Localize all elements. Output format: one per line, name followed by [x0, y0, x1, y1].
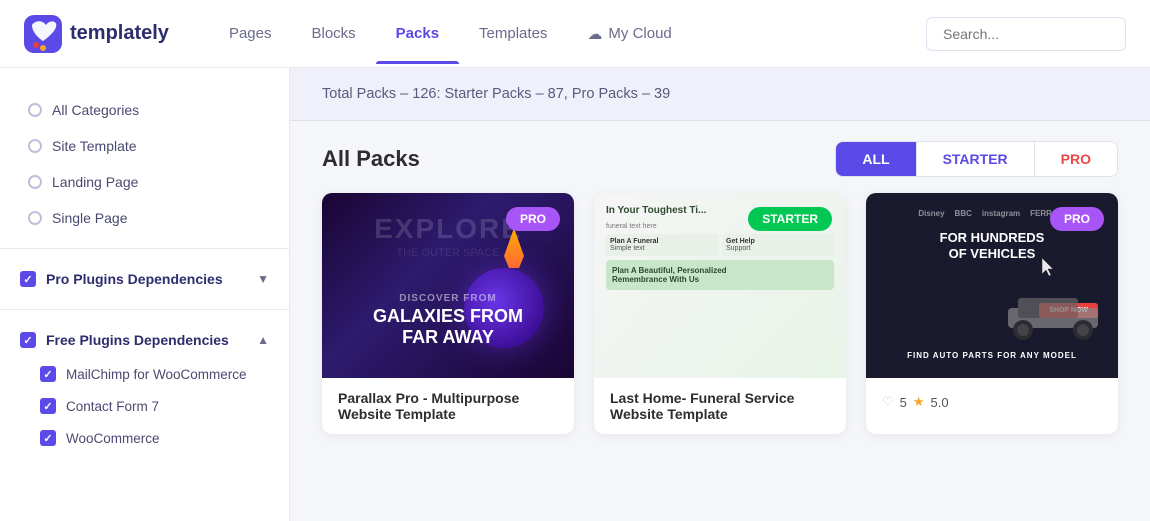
pro-plugins-header[interactable]: Pro Plugins Dependencies ▼ — [0, 261, 289, 297]
card-info-funeral: Last Home- Funeral Service Website Templ… — [594, 378, 846, 434]
cloud-icon: ☁ — [587, 25, 602, 43]
card-title-parallax: Parallax Pro - Multipurpose Website Temp… — [338, 390, 558, 422]
checkbox-contactform7 — [40, 398, 56, 414]
logo-icon — [24, 15, 62, 53]
auto-main-text: FOR HUNDREDSOF VEHICLES — [940, 230, 1045, 261]
checkbox-pro-plugins — [20, 271, 36, 287]
card-info-auto: ♡ 5 ★ 5.0 — [866, 378, 1118, 422]
nav-templates[interactable]: Templates — [459, 3, 567, 64]
sidebar-item-single-page[interactable]: Single Page — [0, 200, 289, 236]
sidebar-item-all-categories[interactable]: All Categories — [0, 92, 289, 128]
sidebar-item-mailchimp[interactable]: MailChimp for WooCommerce — [0, 358, 289, 390]
packs-title: All Packs — [322, 146, 420, 172]
card-rating-auto: ♡ 5 ★ 5.0 — [882, 394, 1102, 410]
filter-buttons: ALL STARTER PRO — [835, 141, 1118, 177]
cards-grid: EXPLORE THE OUTER SPACE DISCOVER FROM GA… — [290, 193, 1150, 458]
header: templately Pages Blocks Packs Templates … — [0, 0, 1150, 68]
filter-all-button[interactable]: ALL — [836, 142, 915, 176]
nav-mycloud[interactable]: ☁ My Cloud — [567, 3, 691, 65]
auto-logos: Disney BBC instagram FERRARI — [918, 209, 1065, 218]
card-image-funeral: In Your Toughest Ti... funeral text here… — [594, 193, 846, 378]
star-icon: ★ — [913, 394, 925, 410]
radio-landing-page — [28, 175, 42, 189]
rating-value: 5.0 — [931, 395, 949, 410]
radio-site-template — [28, 139, 42, 153]
main-nav: Pages Blocks Packs Templates ☁ My Cloud — [209, 3, 926, 65]
logo-text: templately — [70, 22, 169, 45]
categories-section: All Categories Site Template Landing Pag… — [0, 92, 289, 236]
chevron-up-icon: ▲ — [257, 333, 269, 347]
main-content: Total Packs – 126: Starter Packs – 87, P… — [290, 68, 1150, 521]
sidebar-divider-1 — [0, 248, 289, 249]
cursor-svg — [1042, 258, 1056, 278]
nav-pages[interactable]: Pages — [209, 3, 292, 64]
sidebar-item-landing-page[interactable]: Landing Page — [0, 164, 289, 200]
packs-header: All Packs ALL STARTER PRO — [290, 121, 1150, 193]
sidebar-item-woocommerce[interactable]: WooCommerce — [0, 422, 289, 454]
pro-plugins-section: Pro Plugins Dependencies ▼ — [0, 261, 289, 297]
card-title-funeral: Last Home- Funeral Service Website Templ… — [610, 390, 830, 422]
card-parallax[interactable]: EXPLORE THE OUTER SPACE DISCOVER FROM GA… — [322, 193, 574, 434]
stats-text: Total Packs – 126: Starter Packs – 87, P… — [322, 86, 670, 102]
card-info-parallax: Parallax Pro - Multipurpose Website Temp… — [322, 378, 574, 434]
card-funeral[interactable]: In Your Toughest Ti... funeral text here… — [594, 193, 846, 434]
card-image-parallax: EXPLORE THE OUTER SPACE DISCOVER FROM GA… — [322, 193, 574, 378]
sidebar-item-contactform7[interactable]: Contact Form 7 — [0, 390, 289, 422]
checkbox-free-plugins — [20, 332, 36, 348]
chevron-down-icon: ▼ — [257, 272, 269, 286]
parallax-explore-text: EXPLORE — [374, 213, 522, 245]
search-input[interactable] — [926, 17, 1126, 51]
free-plugins-header[interactable]: Free Plugins Dependencies ▲ — [0, 322, 289, 358]
parallax-body-text: DISCOVER FROM GALAXIES FROMFAR AWAY — [373, 293, 523, 348]
checkbox-mailchimp — [40, 366, 56, 382]
badge-pro-parallax: PRO — [506, 207, 560, 231]
checkbox-woocommerce — [40, 430, 56, 446]
badge-pro-auto: PRO — [1050, 207, 1104, 231]
free-plugins-section: Free Plugins Dependencies ▲ MailChimp fo… — [0, 322, 289, 454]
card-auto[interactable]: Disney BBC instagram FERRARI FOR HUNDRED… — [866, 193, 1118, 434]
radio-all-categories — [28, 103, 42, 117]
rating-count: 5 — [900, 395, 907, 410]
card-image-auto: Disney BBC instagram FERRARI FOR HUNDRED… — [866, 193, 1118, 378]
filter-pro-button[interactable]: PRO — [1034, 142, 1117, 176]
layout: All Categories Site Template Landing Pag… — [0, 68, 1150, 521]
parallax-sub-text: THE OUTER SPACE — [396, 247, 499, 259]
car-svg — [998, 288, 1108, 343]
heart-icon: ♡ — [882, 394, 894, 410]
sidebar-divider-2 — [0, 309, 289, 310]
stats-bar: Total Packs – 126: Starter Packs – 87, P… — [290, 68, 1150, 121]
sidebar: All Categories Site Template Landing Pag… — [0, 68, 290, 521]
filter-starter-button[interactable]: STARTER — [916, 142, 1034, 176]
badge-starter-funeral: STARTER — [748, 207, 832, 231]
nav-blocks[interactable]: Blocks — [291, 3, 375, 64]
radio-single-page — [28, 211, 42, 225]
nav-packs[interactable]: Packs — [376, 3, 459, 64]
logo-area: templately — [24, 15, 169, 53]
sidebar-item-site-template[interactable]: Site Template — [0, 128, 289, 164]
search-area — [926, 17, 1126, 51]
